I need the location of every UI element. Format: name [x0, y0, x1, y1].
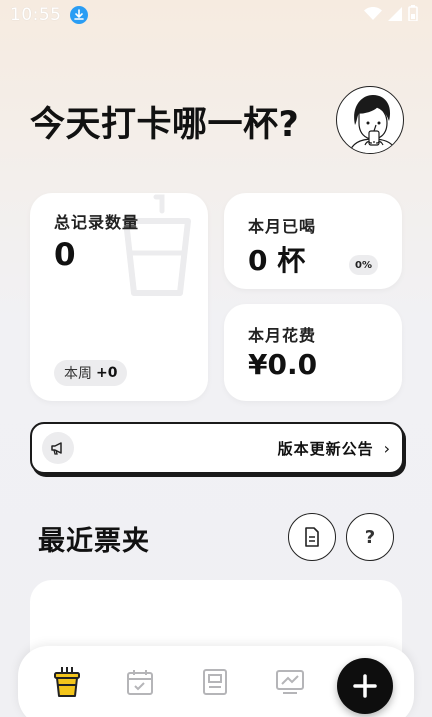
- total-records-value: 0: [54, 237, 76, 273]
- recent-section-title: 最近票夹: [38, 526, 150, 557]
- tab-calendar[interactable]: [124, 666, 156, 698]
- battery-icon: [408, 5, 418, 25]
- status-time: 10:55: [10, 5, 62, 25]
- chart-monitor-icon: [276, 670, 304, 694]
- tab-drinks[interactable]: [51, 666, 83, 698]
- month-drinks-label: 本月已喝: [248, 217, 317, 236]
- avatar[interactable]: [336, 86, 404, 154]
- help-button[interactable]: ?: [346, 513, 394, 561]
- month-drinks-card[interactable]: 本月已喝 0 杯 0%: [224, 193, 402, 289]
- month-spend-value: ¥0.0: [248, 348, 318, 381]
- tab-receipts[interactable]: [199, 666, 231, 698]
- total-records-label: 总记录数量: [54, 213, 140, 232]
- week-count-pill: 本周 +0: [54, 360, 128, 386]
- announcement-text: 版本更新公告: [277, 439, 374, 458]
- calendar-check-icon: [127, 670, 153, 695]
- add-record-button[interactable]: [337, 658, 393, 714]
- document-icon: [305, 527, 319, 547]
- page-title: 今天打卡哪一杯?: [30, 105, 300, 145]
- announcement-bar[interactable]: 版本更新公告 ›: [30, 422, 404, 474]
- avatar-illustration: [348, 95, 398, 153]
- month-spend-label: 本月花费: [248, 326, 317, 345]
- plus-icon: [353, 674, 377, 698]
- week-value: +0: [96, 365, 118, 381]
- drink-cup-icon: [54, 667, 80, 697]
- chevron-right-icon: ›: [383, 438, 390, 458]
- receipt-icon: [203, 669, 227, 695]
- month-drinks-value: 0 杯: [248, 244, 306, 277]
- month-spend-card[interactable]: 本月花费 ¥0.0: [224, 304, 402, 401]
- total-records-card[interactable]: 总记录数量 0 本周 +0: [30, 193, 208, 401]
- signal-icon: [388, 6, 402, 25]
- month-percent-badge: 0%: [349, 255, 378, 275]
- status-bar: 10:55: [0, 0, 432, 30]
- wifi-icon: [364, 6, 382, 25]
- megaphone-icon: [42, 432, 74, 464]
- help-icon: ?: [364, 526, 376, 548]
- week-label: 本周: [64, 366, 92, 382]
- document-button[interactable]: [288, 513, 336, 561]
- tab-stats[interactable]: [274, 666, 306, 698]
- download-icon: [69, 6, 88, 24]
